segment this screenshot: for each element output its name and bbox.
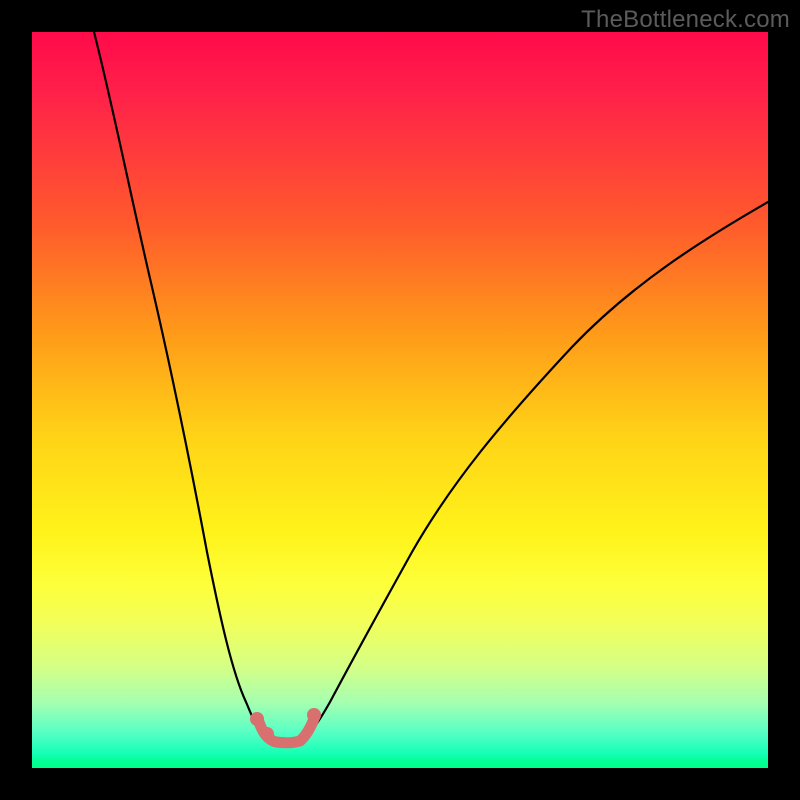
marker-dot-left [250,712,264,726]
curve-svg [32,32,768,768]
left-branch-curve [94,32,300,742]
plot-area [32,32,768,768]
chart-frame: TheBottleneck.com [0,0,800,800]
marker-dot-mid [260,727,274,741]
watermark-text: TheBottleneck.com [581,6,790,34]
right-branch-curve [300,202,768,741]
marker-dot-right [307,708,321,722]
